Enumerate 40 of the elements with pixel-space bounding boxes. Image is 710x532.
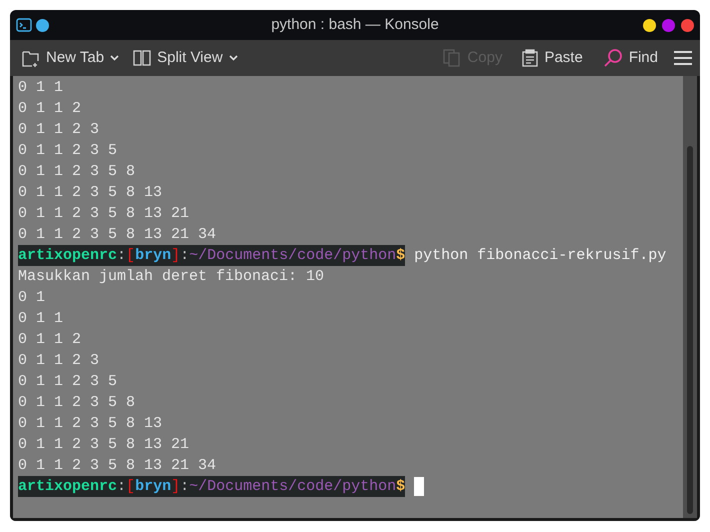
terminal-output-line: 0 1 1 2 3 5 8: [18, 162, 136, 182]
terminal-command: python fibonacci-rekrusif.py: [414, 246, 666, 266]
terminal-output-line: 0 1 1 2 3 5 8 13: [18, 414, 162, 434]
caret-icon: [110, 55, 120, 61]
shell-prompt: artixopenrc:[bryn]:~/Documents/code/python$: [18, 245, 406, 266]
terminal-output-line: 0 1 1 2 3: [18, 351, 100, 371]
terminal-output-line: 0 1 1 2: [18, 330, 82, 350]
terminal-output-line: 0 1 1 2 3 5 8 13 21: [18, 204, 190, 224]
terminal-output-line: 0 1 1: [18, 309, 64, 329]
terminal-app-icon: [16, 18, 32, 32]
terminal-output-line: 0 1 1 2 3: [18, 120, 100, 140]
terminal-output-line: Masukkan jumlah deret fibonaci: 10: [18, 267, 324, 287]
terminal-output-line: 0 1 1 2 3 5 8 13: [18, 183, 162, 203]
clipboard-icon: [522, 49, 538, 67]
terminal-output-line: 0 1 1 2 3 5: [18, 141, 118, 161]
terminal-output-line: 0 1 1: [18, 78, 64, 98]
window-title: python : bash — Konsole: [271, 14, 439, 35]
split-view-icon: [133, 50, 152, 66]
terminal-output-line: 0 1 1 2: [18, 99, 82, 119]
terminal-output-line: 0 1 1 2 3 5 8 13 21: [18, 435, 190, 455]
toolbar-button[interactable]: Split View: [129, 42, 242, 74]
minimize-button[interactable]: [643, 18, 656, 32]
close-button[interactable]: [681, 18, 694, 32]
terminal-output-line: 0 1 1 2 3 5: [18, 372, 118, 392]
copy-icon: [443, 49, 462, 67]
terminal-output-line: 0 1 1 2 3 5 8: [18, 393, 136, 413]
menu-icon[interactable]: [674, 51, 692, 65]
toolbar-button[interactable]: Paste: [518, 42, 587, 74]
shell-prompt: artixopenrc:[bryn]:~/Documents/code/python$: [18, 476, 406, 497]
caret-icon: [228, 55, 238, 61]
toolbar-button[interactable]: New Tab: [18, 42, 124, 74]
scrollbar-thumb[interactable]: [687, 146, 693, 514]
scrollbar[interactable]: [683, 76, 697, 518]
new-tab-icon: [22, 49, 40, 67]
terminal-output-line: 0 1 1 2 3 5 8 13 21 34: [18, 456, 216, 476]
maximize-button[interactable]: [662, 18, 675, 32]
terminal-output-line: 0 1 1 2 3 5 8 13 21 34: [18, 225, 216, 245]
toolbar-button[interactable]: Find: [598, 42, 662, 74]
terminal-output-line: 0 1: [18, 288, 46, 308]
search-icon: [602, 48, 623, 68]
